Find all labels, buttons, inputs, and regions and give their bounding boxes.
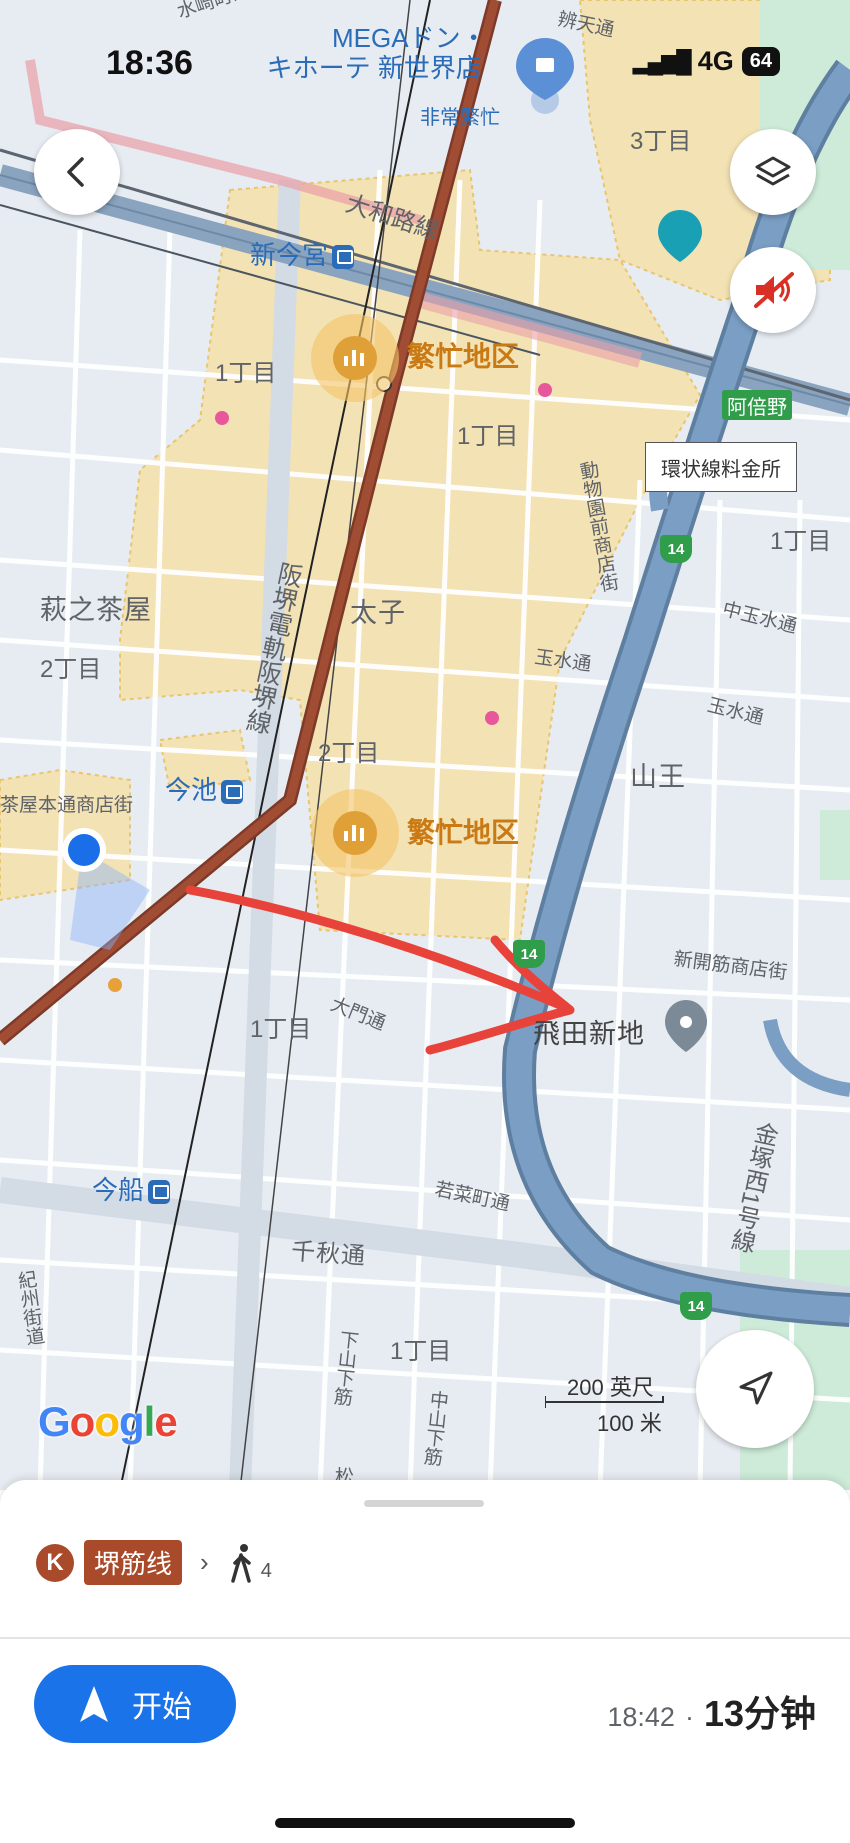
back-button[interactable] xyxy=(34,129,120,215)
area-label: 3丁目 xyxy=(630,128,692,155)
layers-icon xyxy=(755,156,791,186)
arrival-time: 18:42 xyxy=(607,1702,675,1732)
area-label: 1丁目 xyxy=(770,528,832,555)
mute-icon xyxy=(754,272,794,308)
area-label: 1丁目 xyxy=(250,1016,312,1043)
poi-name[interactable]: MEGAドン・ キホーテ 新世界店 xyxy=(262,23,487,84)
scale-bar: 200 英尺 100 米 xyxy=(545,1368,675,1436)
station-imafune[interactable]: 今船 xyxy=(92,1175,171,1205)
area-label: 1丁目 xyxy=(215,360,277,387)
busy-district-label[interactable]: 繁忙地区 xyxy=(407,343,519,371)
area-label: 2丁目 xyxy=(40,656,102,683)
poi-dot xyxy=(485,711,499,725)
station-label: 今池 xyxy=(165,775,218,805)
start-navigation-button[interactable]: 开始 xyxy=(34,1665,236,1743)
route-shield: 14 xyxy=(660,535,692,563)
eta-separator: · xyxy=(684,1702,694,1732)
start-label: 开始 xyxy=(132,1691,192,1724)
area-label: 萩之茶屋 xyxy=(40,595,152,625)
area-label: 1丁目 xyxy=(390,1338,452,1365)
station-shin-imamiya[interactable]: 新今宮 xyxy=(250,240,355,270)
route-bottom-sheet[interactable]: K 堺筋线 › 4 开始 18:42 · 13分钟 xyxy=(0,1480,850,1843)
status-time: 18:36 xyxy=(106,44,193,82)
home-indicator[interactable] xyxy=(275,1818,575,1828)
station-label: 今船 xyxy=(92,1175,145,1205)
train-icon xyxy=(148,1180,171,1205)
area-label: 太子 xyxy=(350,598,406,628)
eta-summary: 18:42 · 13分钟 xyxy=(607,1685,816,1737)
walk-minutes: 4 xyxy=(260,1560,272,1582)
abeno-label: 阿倍野 xyxy=(722,390,792,420)
scale-feet: 200 英尺 xyxy=(567,1375,654,1400)
transit-k-badge: K xyxy=(36,1543,74,1582)
map-view[interactable]: 18:36 ▂▄▆█ 4G 64 MEGAドン・ キホーテ 新世界店 非常繁忙 … xyxy=(0,0,850,1490)
route-shield: 14 xyxy=(513,940,545,968)
walk-icon xyxy=(230,1543,251,1583)
train-icon xyxy=(332,245,355,270)
navigation-icon xyxy=(80,1686,108,1722)
google-logo: Google xyxy=(38,1398,178,1445)
street-label: 千秋通 xyxy=(290,1238,367,1271)
poi-dot xyxy=(538,383,552,397)
train-icon xyxy=(221,780,244,805)
network-type: 4G xyxy=(697,46,734,76)
poi-dot xyxy=(108,978,122,992)
sheet-grabber[interactable] xyxy=(364,1500,484,1507)
mute-button[interactable] xyxy=(730,247,816,333)
signal-icon: ▂▄▆█ xyxy=(632,48,692,74)
toll-gate-label: 環状線料金所 xyxy=(645,442,797,492)
route-summary[interactable]: K 堺筋线 › 4 xyxy=(36,1540,272,1585)
trip-duration: 13分钟 xyxy=(703,1693,816,1734)
area-label: 1丁目 xyxy=(457,423,519,450)
poi-dot xyxy=(215,411,229,425)
back-icon xyxy=(67,157,84,187)
chevron-right-icon: › xyxy=(200,1547,209,1577)
area-label: 山王 xyxy=(630,762,686,792)
poi-busy-status: 非常繁忙 xyxy=(420,107,500,129)
recenter-button[interactable] xyxy=(696,1330,814,1448)
battery-icon: 64 xyxy=(741,47,780,76)
divider xyxy=(0,1637,850,1639)
busy-district-label[interactable]: 繁忙地区 xyxy=(407,819,519,847)
navigation-arrow-icon xyxy=(739,1371,773,1405)
station-imaike[interactable]: 今池 xyxy=(165,775,244,805)
route-shield: 14 xyxy=(680,1292,712,1320)
place-label-tobita[interactable]: 飛田新地 xyxy=(533,1021,645,1048)
layers-button[interactable] xyxy=(730,129,816,215)
scale-meters: 100 米 xyxy=(597,1411,662,1436)
poi-name-line1: MEGAドン・ xyxy=(332,23,487,53)
status-indicators: ▂▄▆█ 4G 64 xyxy=(633,46,780,77)
transit-line-badge: 堺筋线 xyxy=(84,1540,183,1585)
area-label: 2丁目 xyxy=(318,740,380,767)
station-label: 新今宮 xyxy=(250,240,329,270)
poi-name-line2: キホーテ 新世界店 xyxy=(266,52,482,83)
street-label: 茶屋本通商店街 xyxy=(0,795,134,816)
